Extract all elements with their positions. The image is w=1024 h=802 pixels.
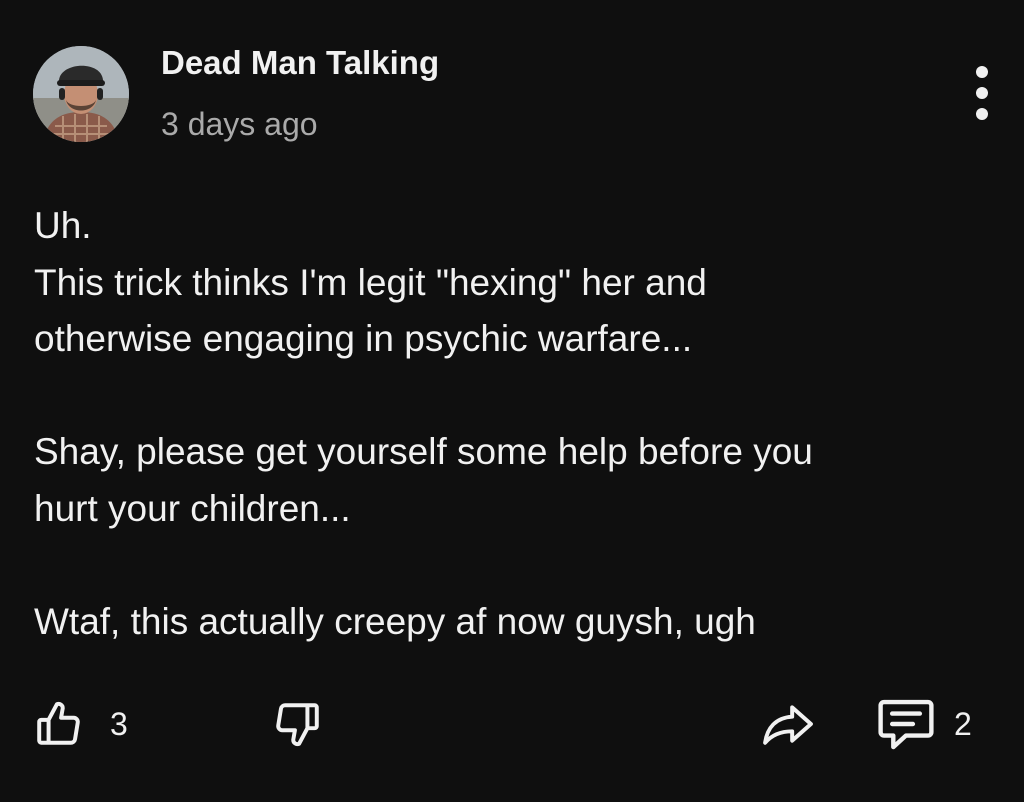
dislike-button[interactable] xyxy=(272,692,322,756)
like-count: 3 xyxy=(110,705,128,742)
comments-button[interactable]: 2 xyxy=(876,692,972,756)
post-text-line: Shay, please get yourself some help befo… xyxy=(34,431,813,472)
avatar-photo xyxy=(33,46,129,142)
comment-icon xyxy=(878,699,934,750)
post-text-line: otherwise engaging in psychic warfare... xyxy=(34,318,693,359)
avatar[interactable] xyxy=(33,46,129,142)
thumbs-down-icon xyxy=(276,703,319,747)
share-button[interactable] xyxy=(760,692,816,756)
reply-count: 2 xyxy=(954,705,972,742)
like-button[interactable]: 3 xyxy=(34,692,128,756)
thumbs-up-icon xyxy=(37,701,80,745)
author-name[interactable]: Dead Man Talking xyxy=(161,44,439,82)
post-text-line: hurt your children... xyxy=(34,487,351,529)
post-body: Uh. This trick thinks I'm legit "hexing"… xyxy=(34,198,994,650)
post-text-line: Uh. xyxy=(34,205,92,246)
post-text-line: This trick thinks I'm legit "hexing" her… xyxy=(34,261,707,303)
post-timestamp: 3 days ago xyxy=(161,106,318,142)
more-options-button[interactable] xyxy=(962,66,1002,120)
share-arrow-icon xyxy=(763,705,813,745)
post-text-line: Wtaf, this actually creepy af now guysh,… xyxy=(34,600,756,642)
community-post: Dead Man Talking 3 days ago Uh. This tri… xyxy=(0,0,1024,802)
more-vertical-icon xyxy=(976,66,988,78)
